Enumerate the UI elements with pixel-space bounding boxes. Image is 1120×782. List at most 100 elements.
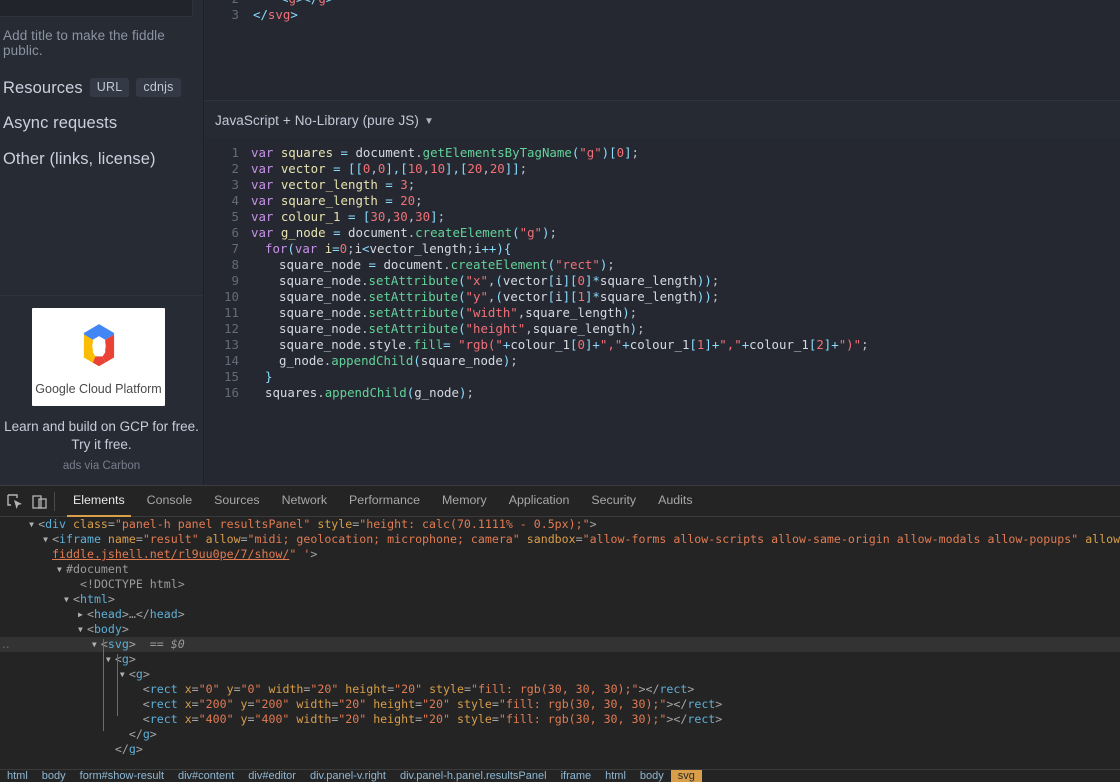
tab-application[interactable]: Application [498, 486, 581, 517]
code-line-text: var colour_1 = [30,30,30]; [251, 209, 446, 224]
fiddle-sidebar: Add title to make the fiddle public. Res… [0, 0, 204, 485]
code-line-text: } [265, 369, 273, 384]
sidebar-item-other[interactable]: Other (links, license) [3, 150, 156, 169]
html-editor-pane[interactable]: 2 <g></g> 3 </svg> [205, 0, 1120, 100]
line-number: 16 [224, 385, 239, 400]
devtools-toolbar: Elements Console Sources Network Performance… [0, 486, 1120, 517]
code-line-text: square_node.setAttribute("x",(vector[i][… [279, 273, 720, 288]
fiddle-title-input[interactable] [0, 0, 193, 17]
devtools-tab-bar[interactable]: Elements Console Sources Network Performance… [62, 486, 704, 517]
code-line-text: var vector = [[0,0],[10,10],[20,20]]; [251, 161, 528, 176]
tab-security[interactable]: Security [580, 486, 647, 517]
dom-tree-row[interactable]: ▼ <html> [0, 592, 1120, 607]
line-number: 12 [224, 321, 239, 336]
disclosure-triangle-icon[interactable]: ▶ [78, 607, 83, 622]
disclosure-triangle-icon[interactable]: ▼ [120, 667, 125, 682]
tab-elements[interactable]: Elements [62, 486, 136, 517]
tab-sources[interactable]: Sources [203, 486, 270, 517]
ad-line-1: Learn and build on GCP for free. [4, 419, 199, 434]
sidebar-item-resources[interactable]: Resources URL cdnjs [3, 78, 181, 98]
sidebar-item-async-requests[interactable]: Async requests [3, 114, 117, 133]
breadcrumb-item[interactable]: div.panel-h.panel.resultsPanel [393, 770, 554, 782]
ad-logo-caption: Google Cloud Platform [35, 382, 162, 396]
breadcrumb-item[interactable]: svg [670, 770, 702, 782]
tab-performance[interactable]: Performance [338, 486, 431, 517]
code-line-text: squares.appendChild(g_node); [265, 385, 474, 400]
line-number: 7 [231, 241, 239, 256]
ad-image[interactable]: Google Cloud Platform [32, 308, 165, 406]
disclosure-triangle-icon[interactable]: ▼ [57, 562, 62, 577]
breadcrumb-item[interactable]: body [35, 770, 73, 782]
tab-memory[interactable]: Memory [431, 486, 498, 517]
dom-tree-row[interactable]: <rect x="200" y="200" width="20" height=… [0, 697, 1120, 712]
breadcrumb-item[interactable]: form#show-result [73, 770, 171, 782]
carbon-ad[interactable]: Google Cloud Platform Learn and build on… [0, 295, 203, 485]
breadcrumb-item[interactable]: div.panel-v.right [303, 770, 393, 782]
disclosure-triangle-icon[interactable]: ▼ [78, 622, 83, 637]
dom-node-text: <body> [86, 622, 129, 636]
dom-tree-row[interactable]: </g> [0, 727, 1120, 742]
javascript-panel-title[interactable]: JavaScript + No-Library (pure JS) ▼ [215, 113, 434, 128]
code-line-text: for(var i=0;i<vector_length;i++){ [265, 241, 512, 256]
breadcrumb-item[interactable]: body [633, 770, 671, 782]
resources-label: Resources [3, 79, 83, 97]
code-line-text: </svg> [253, 7, 298, 22]
dom-node-text: <!DOCTYPE html> [79, 577, 185, 591]
jsfiddle-workspace: Add title to make the fiddle public. Res… [0, 0, 1120, 485]
line-number: 2 [205, 0, 239, 6]
breadcrumb-item[interactable]: html [598, 770, 633, 782]
javascript-editor-pane[interactable]: 1 var squares = document.getElementsByTag… [205, 138, 1120, 485]
line-number: 6 [231, 225, 239, 240]
disclosure-triangle-icon[interactable]: ▼ [43, 532, 48, 547]
disclosure-triangle-icon[interactable]: ▼ [106, 652, 111, 667]
breadcrumb-item[interactable]: div#content [171, 770, 241, 782]
resources-url-pill[interactable]: URL [89, 78, 130, 97]
breadcrumb-item[interactable]: div#editor [241, 770, 303, 782]
inspect-element-icon[interactable] [5, 492, 27, 512]
dom-tree-row[interactable]: ▼ <div class="panel-h panel resultsPanel"… [0, 517, 1120, 532]
dom-node-text: <rect x="0" y="0" width="20" height="20"… [142, 682, 695, 696]
dom-tree-row[interactable]: ▼ <g> [0, 667, 1120, 682]
dom-tree-row[interactable]: <!DOCTYPE html> [0, 577, 1120, 592]
dom-breadcrumb[interactable]: html body form#show-result div#content div#e… [0, 769, 1120, 782]
chevron-down-icon[interactable]: ▼ [424, 116, 434, 127]
toolbar-divider [54, 492, 55, 511]
dom-tree-row[interactable]: ‥ ▼ <svg> == $0 [0, 637, 1120, 652]
code-line-text: <g></g> [281, 0, 333, 6]
dom-tree-view[interactable]: ▼ <div class="panel-h panel resultsPanel"… [0, 517, 1120, 755]
disclosure-triangle-icon[interactable]: ▼ [92, 637, 97, 652]
device-toolbar-icon[interactable] [29, 492, 51, 512]
dom-tree-row[interactable]: ▼ #document [0, 562, 1120, 577]
dom-tree-row[interactable]: fiddle.jshell.net/rl9uu0pe/7/show/" '> [0, 547, 1120, 562]
dom-node-text: <head>…</head> [86, 607, 185, 621]
code-line-text: square_node.setAttribute("height",square… [279, 321, 645, 336]
ad-text[interactable]: Learn and build on GCP for free. Try it … [0, 418, 203, 454]
disclosure-triangle-icon[interactable]: ▼ [29, 517, 34, 532]
code-line-text: var square_length = 20; [251, 193, 423, 208]
code-line-text: square_node.style.fill= "rgb("+colour_1[… [279, 337, 869, 352]
dom-tree-row[interactable]: ▶ <head>…</head> [0, 607, 1120, 622]
tab-network[interactable]: Network [271, 486, 338, 517]
tab-console[interactable]: Console [136, 486, 203, 517]
tab-audits[interactable]: Audits [647, 486, 703, 517]
disclosure-triangle-icon[interactable]: ▼ [64, 592, 69, 607]
breadcrumb-item[interactable]: iframe [554, 770, 599, 782]
dom-tree-row[interactable]: <rect x="0" y="0" width="20" height="20"… [0, 682, 1120, 697]
javascript-panel-label: JavaScript + No-Library (pure JS) [215, 113, 419, 128]
breadcrumb-item[interactable]: html [0, 770, 35, 782]
dom-tree-row[interactable]: ▼ <body> [0, 622, 1120, 637]
dom-tree-row[interactable]: </g> [0, 742, 1120, 755]
code-line-text: var g_node = document.createElement("g")… [251, 225, 557, 240]
dom-tree-row[interactable]: ▼ <g> [0, 652, 1120, 667]
line-number: 11 [224, 305, 239, 320]
ad-attribution[interactable]: ads via Carbon [0, 460, 203, 472]
dom-tree-row[interactable]: ▼ <iframe name="result" allow="midi; geol… [0, 532, 1120, 547]
dom-node-text: <rect x="400" y="400" width="20" height=… [142, 712, 723, 726]
dom-node-text: <g> [114, 652, 136, 666]
line-number: 9 [231, 273, 239, 288]
dom-tree-row[interactable]: <rect x="400" y="400" width="20" height=… [0, 712, 1120, 727]
tree-guide-line [117, 654, 118, 716]
javascript-panel-header[interactable]: JavaScript + No-Library (pure JS) ▼ [205, 100, 1120, 138]
resources-cdnjs-pill[interactable]: cdnjs [136, 78, 181, 97]
line-number: 13 [224, 337, 239, 352]
